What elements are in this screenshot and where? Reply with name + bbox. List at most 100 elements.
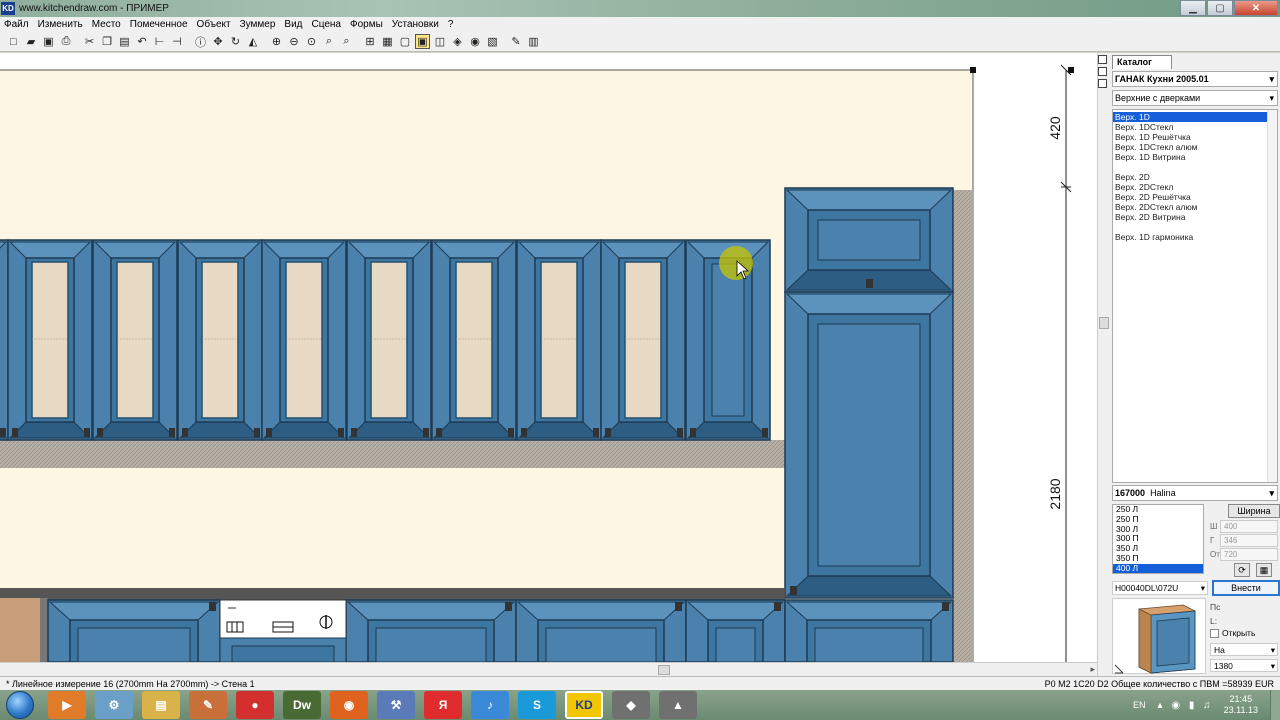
paste-icon[interactable]: ▤ <box>117 34 132 49</box>
scroll-right-arrow-icon[interactable]: ▸ <box>1090 664 1095 675</box>
dimension-handle[interactable] <box>1068 67 1074 73</box>
reference-select[interactable]: H00040DL\072U <box>1112 581 1208 595</box>
menu-item-5[interactable]: Зуммер <box>240 19 276 30</box>
base-cabinet[interactable] <box>685 599 786 662</box>
model-list-item[interactable] <box>1113 222 1277 232</box>
move-icon[interactable]: ✥ <box>211 34 226 49</box>
print-icon[interactable]: ⎙ <box>59 34 74 49</box>
side-select[interactable]: На <box>1210 643 1278 656</box>
open-checkbox-box[interactable] <box>1210 628 1219 638</box>
taskbar-skype-icon[interactable]: S <box>518 691 556 719</box>
dimension-icon[interactable]: ⊢ <box>152 34 167 49</box>
oven-panel[interactable] <box>219 599 347 662</box>
menu-item-9[interactable]: Установки <box>392 19 439 30</box>
model-list-item[interactable] <box>1113 162 1277 172</box>
base-cabinet[interactable] <box>47 599 221 662</box>
model-list-item[interactable]: Верх. 2D Решётчка <box>1113 192 1277 202</box>
copy-icon[interactable]: ❐ <box>100 34 115 49</box>
zoom-extents-icon[interactable]: ⌕ <box>322 34 337 49</box>
menu-item-7[interactable]: Сцена <box>312 19 341 30</box>
catalog-select[interactable]: ГАНАК Кухни 2005.01 <box>1112 71 1278 87</box>
show-desktop-button[interactable] <box>1270 690 1280 720</box>
menu-item-8[interactable]: Формы <box>350 19 383 30</box>
vertical-scrollbar[interactable] <box>1097 53 1110 676</box>
render-icon[interactable]: ◈ <box>450 34 465 49</box>
refresh-icon[interactable]: ⟳ <box>1234 563 1250 577</box>
camera-icon[interactable]: ◉ <box>468 34 483 49</box>
menu-item-10[interactable]: ? <box>448 19 454 30</box>
menu-item-1[interactable]: Изменить <box>38 19 83 30</box>
grid-icon[interactable]: ▦ <box>1256 563 1272 577</box>
base-cabinet[interactable] <box>515 599 687 662</box>
tab-catalog[interactable]: Каталог <box>1112 55 1172 69</box>
base-cabinet[interactable] <box>345 599 517 662</box>
taskbar-audio-app-icon[interactable]: ♪ <box>471 691 509 719</box>
model-list-item[interactable]: Верх. 2D <box>1113 172 1277 182</box>
photo-icon[interactable]: ▧ <box>485 34 500 49</box>
menu-item-6[interactable]: Вид <box>284 19 302 30</box>
info-icon[interactable]: ⓘ <box>193 34 208 49</box>
model-list-item[interactable]: Верх. 2D Витрина <box>1113 212 1277 222</box>
selected-view-icon[interactable]: ▣ <box>415 34 430 49</box>
upper-cabinet[interactable] <box>7 239 93 441</box>
menu-item-3[interactable]: Помеченное <box>130 19 188 30</box>
taskbar-media-player-icon[interactable]: ▶ <box>48 691 86 719</box>
save-icon[interactable]: ▣ <box>41 34 56 49</box>
wall-corner-handle[interactable] <box>970 67 976 73</box>
clock[interactable]: 21:45 23.11.13 <box>1224 694 1258 716</box>
family-select[interactable]: Верхние с дверками <box>1112 90 1278 106</box>
rotate-icon[interactable]: ↻ <box>228 34 243 49</box>
menu-item-0[interactable]: Файл <box>4 19 29 30</box>
dimension-field-value[interactable]: 400 <box>1220 520 1278 533</box>
upper-cabinet[interactable] <box>177 239 263 441</box>
taskbar-dreamweaver-icon[interactable]: Dw <box>283 691 321 719</box>
panel-view-icon[interactable] <box>1098 67 1107 76</box>
model-list-item[interactable]: Верх. 1DСтекл алюм <box>1113 142 1277 152</box>
vertical-scroll-thumb[interactable] <box>1099 317 1109 329</box>
undo-icon[interactable]: ↶ <box>135 34 150 49</box>
height-select[interactable]: 1380 <box>1210 659 1278 672</box>
horizontal-scrollbar[interactable]: ▸ <box>0 662 1097 676</box>
upper-cabinet[interactable] <box>516 239 602 441</box>
taskbar-network-app-icon[interactable]: ⚙ <box>95 691 133 719</box>
minimize-button[interactable]: ▁ <box>1180 0 1206 16</box>
upper-cabinet[interactable] <box>92 239 178 441</box>
open-folder-icon[interactable]: ▰ <box>24 34 39 49</box>
taskbar-tools-app-icon[interactable]: ⚒ <box>377 691 415 719</box>
menu-item-2[interactable]: Место <box>92 19 121 30</box>
width-list[interactable]: 250 Л250 П300 Л300 П350 Л350 П400 Л400 П <box>1112 504 1204 574</box>
taskbar-red-app-icon[interactable]: ● <box>236 691 274 719</box>
cut-icon[interactable]: ✂ <box>82 34 97 49</box>
insert-button[interactable]: Внести <box>1212 580 1280 596</box>
model-list-item[interactable]: Верх. 1D Решётчка <box>1113 132 1277 142</box>
model-list-scrollbar[interactable] <box>1267 110 1277 482</box>
taskbar-pencil-app-icon[interactable]: ✎ <box>189 691 227 719</box>
elevation-view-icon[interactable]: ▦ <box>380 34 395 49</box>
upper-cabinet[interactable] <box>0 239 9 441</box>
catalog-icon[interactable]: ▥ <box>526 34 541 49</box>
new-file-icon[interactable]: □ <box>6 34 21 49</box>
zoom-window-icon[interactable]: ⊙ <box>304 34 319 49</box>
dimension-field-value[interactable]: 346 <box>1220 534 1278 547</box>
taskbar-firefox-icon[interactable]: ◉ <box>330 691 368 719</box>
width-button[interactable]: Ширина <box>1228 504 1280 518</box>
start-button[interactable] <box>6 691 34 719</box>
plan-view-icon[interactable]: ⊞ <box>363 34 378 49</box>
scale-icon[interactable]: ◭ <box>246 34 261 49</box>
measure-icon[interactable]: ⊣ <box>170 34 185 49</box>
zoom-in-icon[interactable]: ⊕ <box>269 34 284 49</box>
taskbar-yandex-browser-icon[interactable]: Я <box>424 691 462 719</box>
frame-icon[interactable]: ▢ <box>398 34 413 49</box>
taskbar-layer-app-icon[interactable]: ◆ <box>612 691 650 719</box>
model-list[interactable]: Верх. 1D Верх. 1DСтекл Верх. 1D Решётчка Ве… <box>1112 109 1278 483</box>
base-cabinet[interactable] <box>784 599 954 662</box>
language-indicator[interactable]: EN <box>1133 700 1146 710</box>
model-list-item[interactable]: Верх. 2DСтекл алюм <box>1113 202 1277 212</box>
taskbar-kitchendraw-icon[interactable]: KD <box>565 691 603 719</box>
perspective-icon[interactable]: ◫ <box>433 34 448 49</box>
model-list-item[interactable]: Верх. 1DСтекл <box>1113 122 1277 132</box>
taskbar-car-app-icon[interactable]: ▲ <box>659 691 697 719</box>
panel-list-icon[interactable] <box>1098 79 1107 88</box>
horizontal-scroll-thumb[interactable] <box>658 665 670 675</box>
drawing-canvas[interactable]: 420 2180 <box>0 53 1097 662</box>
